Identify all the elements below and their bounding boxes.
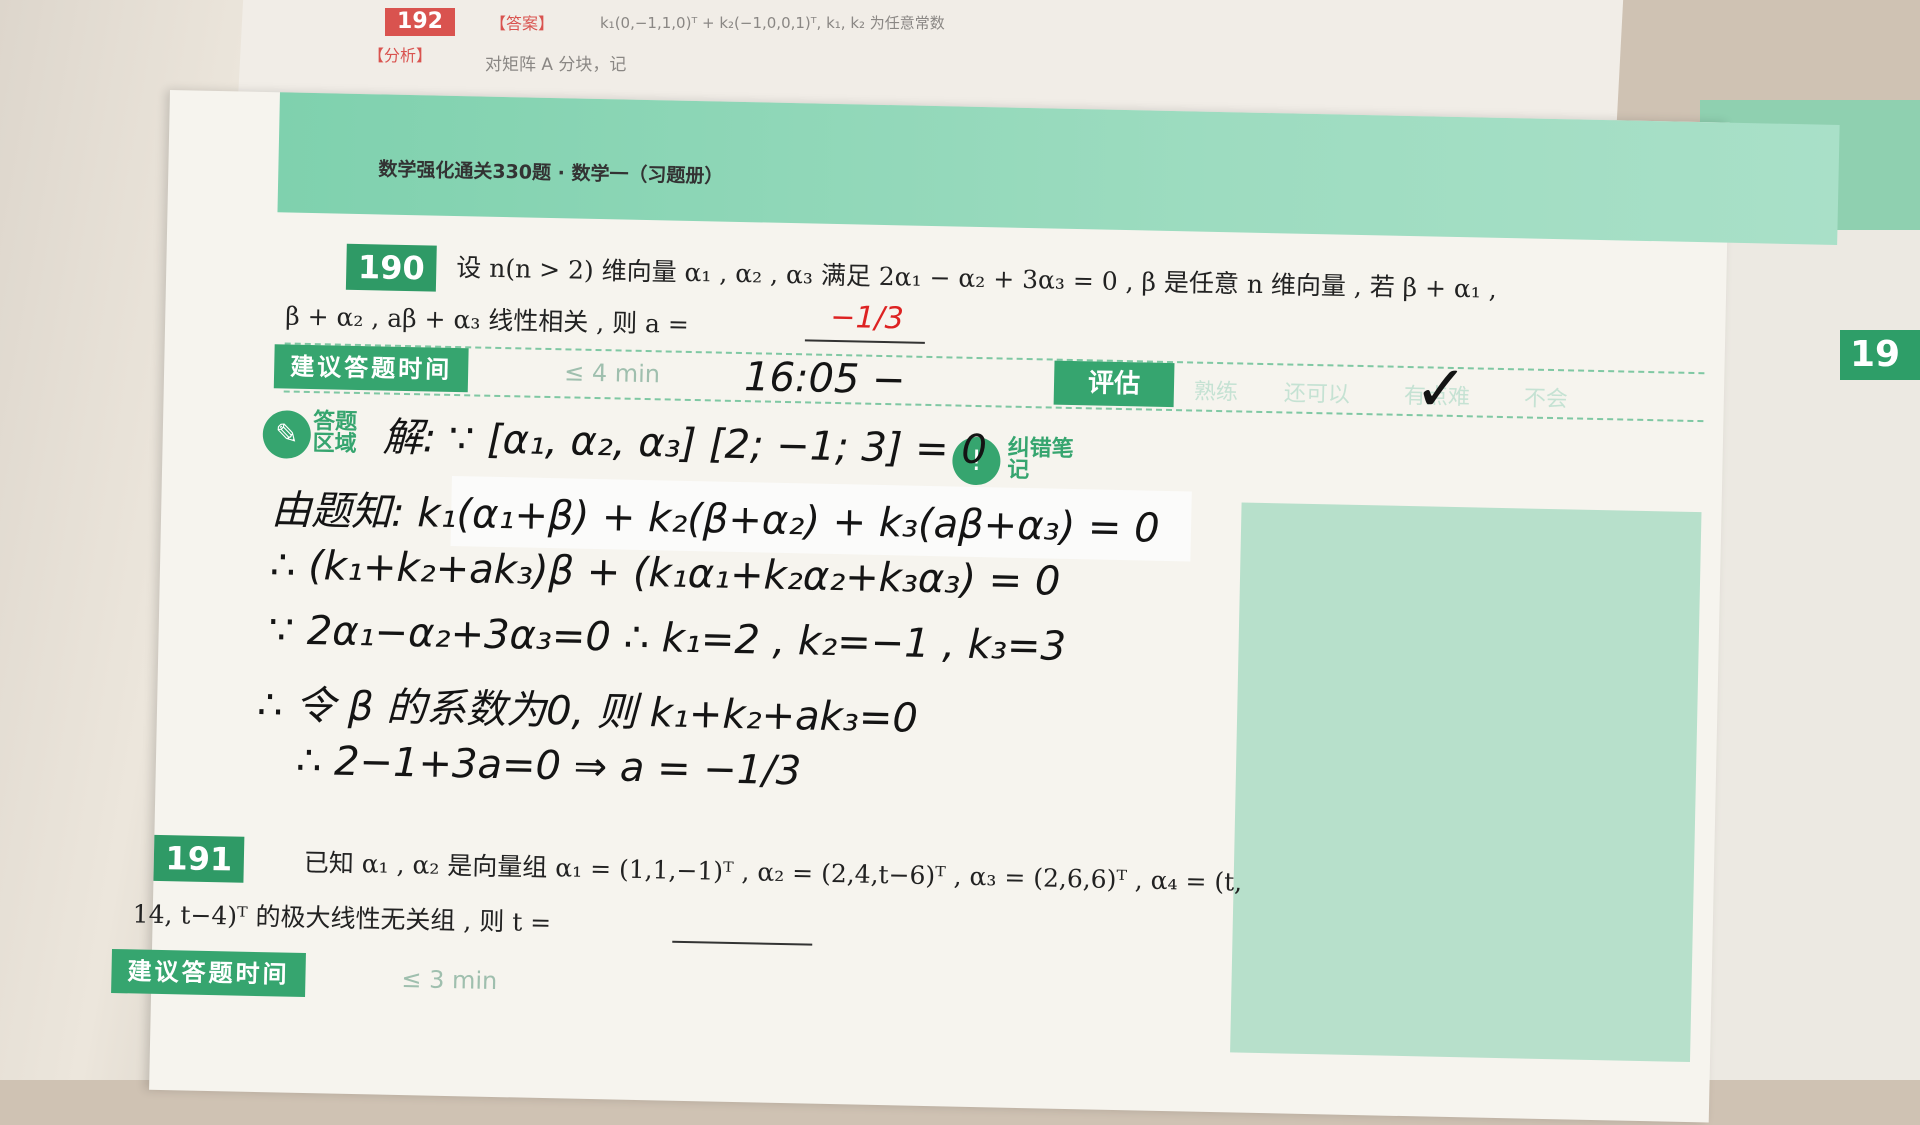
- previous-question-number: 192: [385, 8, 455, 36]
- question-190-line-1: 设 n(n > 2) 维向量 α₁ , α₂ , α₃ 满足 2α₁ − α₂ …: [456, 253, 1498, 304]
- question-191-line-2: 14, t−4)ᵀ 的极大线性无关组 , 则 t =: [132, 899, 552, 938]
- previous-analysis-tag: 【分析】: [368, 46, 433, 65]
- eval-checkmark-icon: ✓: [1413, 352, 1469, 428]
- written-answer-190: −1/3: [830, 299, 905, 337]
- question-190-line-2: β + α₂ , aβ + α₃ 线性相关 , 则 a =: [284, 301, 690, 339]
- question-number-190: 190: [345, 243, 437, 292]
- solution-line-6: ∴ 2−1+3a=0 ⇒ a = −1/3: [295, 737, 802, 795]
- main-page: 数学强化通关330题 · 数学一（习题册） 190 设 n(n > 2) 维向量…: [111, 90, 1840, 1123]
- answer-area-label: 答题区域: [312, 409, 358, 457]
- suggested-time-limit-191: ≤ 3 min: [401, 965, 498, 996]
- previous-answer-tag: 【答案】: [490, 14, 555, 33]
- written-start-time: 16:05 −: [743, 354, 907, 404]
- correction-note-panel: [1230, 502, 1702, 1063]
- correction-note-label: 纠错笔记: [1006, 435, 1074, 484]
- eval-option-proficient[interactable]: 熟练: [1194, 374, 1239, 407]
- answer-blank-191[interactable]: [672, 940, 813, 946]
- pencil-icon: ✎: [262, 410, 312, 460]
- question-number-191: 191: [153, 834, 245, 883]
- right-page-question-number: 19: [1840, 330, 1920, 380]
- evaluation-label: 评估: [1053, 360, 1175, 408]
- suggested-time-limit: ≤ 4 min: [563, 358, 661, 389]
- solution-line-5: ∴ 令 β 的系数为0, 则 k₁+k₂+ak₃=0: [256, 681, 919, 742]
- eval-option-cannot[interactable]: 不会: [1524, 380, 1569, 413]
- previous-analysis-text: 对矩阵 A 分块，记: [485, 55, 627, 75]
- eval-option-okay[interactable]: 还可以: [1284, 375, 1351, 408]
- solution-line-1: 解: ∵ [α₁, α₂, α₃] [2; −1; 3] = 0: [382, 414, 988, 474]
- previous-answer-text: k₁(0,−1,1,0)ᵀ + k₂(−1,0,0,1)ᵀ, k₁, k₂ 为任…: [600, 14, 945, 32]
- suggested-time-label-191: 建议答题时间: [111, 948, 306, 998]
- suggested-time-label: 建议答题时间: [273, 344, 469, 393]
- right-page: [1700, 100, 1920, 1080]
- solution-line-4: ∵ 2α₁−α₂+3α₃=0 ∴ k₁=2 , k₂=−1 , k₃=3: [268, 607, 1067, 670]
- answer-blank-190[interactable]: [804, 339, 925, 344]
- question-191-line-1: 已知 α₁ , α₂ 是向量组 α₁ = (1,1,−1)ᵀ , α₂ = (2…: [303, 847, 1243, 897]
